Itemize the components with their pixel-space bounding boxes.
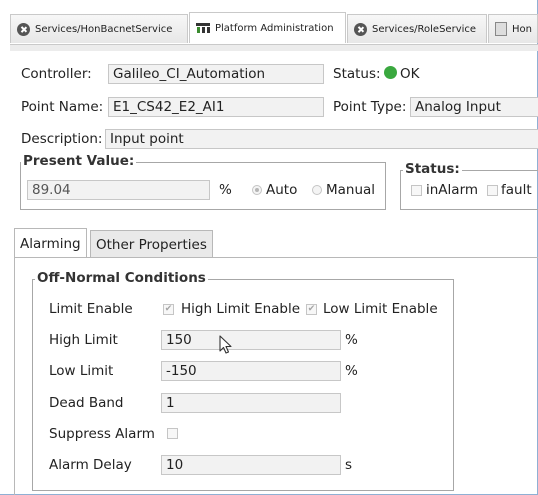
- tab-other-properties[interactable]: Other Properties: [90, 230, 213, 258]
- high-limit-enable-checkbox[interactable]: ✔: [163, 304, 174, 315]
- status-group-legend: Status:: [403, 161, 462, 177]
- tab-other-properties-label: Other Properties: [96, 236, 207, 253]
- present-value-unit: %: [219, 182, 232, 198]
- alarm-delay-field[interactable]: 10: [161, 455, 341, 475]
- tab-label: Services/HonBacnetService: [35, 23, 173, 35]
- point-name-field[interactable]: E1_CS42_E2_AI1: [108, 97, 324, 117]
- controller-label: Controller:: [21, 66, 92, 82]
- description-label: Description:: [21, 131, 103, 147]
- tab-label: Services/RoleService: [372, 23, 477, 35]
- alarm-delay-label: Alarm Delay: [49, 457, 132, 473]
- tab-hon-bacnet-service[interactable]: Services/HonBacnetService: [10, 14, 188, 43]
- description-field[interactable]: Input point: [105, 129, 538, 149]
- status-value: OK: [400, 66, 420, 82]
- manual-radio-label: Manual: [326, 182, 376, 198]
- dead-band-label: Dead Band: [49, 395, 124, 411]
- status-label: Status:: [333, 66, 381, 82]
- suppress-alarm-checkbox[interactable]: [167, 428, 178, 439]
- alarm-delay-unit: s: [345, 457, 353, 473]
- point-name-label: Point Name:: [21, 99, 104, 115]
- low-limit-enable-label: Low Limit Enable: [323, 301, 438, 317]
- tab-role-service[interactable]: Services/RoleService: [347, 14, 487, 43]
- limit-enable-label: Limit Enable: [49, 301, 133, 317]
- auto-radio-label: Auto: [266, 182, 298, 198]
- tab-alarming[interactable]: Alarming: [14, 228, 87, 258]
- present-value-field[interactable]: 89.04: [27, 180, 210, 200]
- auto-radio[interactable]: [252, 185, 262, 195]
- off-normal-conditions-legend: Off-Normal Conditions: [35, 270, 208, 286]
- point-type-label: Point Type:: [333, 99, 407, 115]
- fault-label: fault: [501, 182, 532, 198]
- document-icon: [495, 22, 507, 36]
- tab-label: Platform Administration: [215, 22, 334, 34]
- in-alarm-checkbox[interactable]: [411, 185, 422, 196]
- point-type-field[interactable]: Analog Input: [410, 97, 538, 117]
- dead-band-field[interactable]: 1: [161, 393, 341, 413]
- mouse-pointer-icon: [219, 335, 232, 354]
- in-alarm-label: inAlarm: [426, 182, 479, 198]
- manual-radio[interactable]: [312, 185, 322, 195]
- present-value-legend: Present Value:: [21, 153, 137, 169]
- high-limit-field[interactable]: 150: [161, 330, 341, 350]
- high-limit-enable-label: High Limit Enable: [181, 301, 301, 317]
- tab-hon[interactable]: Hon: [488, 14, 538, 43]
- tab-platform-administration[interactable]: Platform Administration: [189, 12, 346, 43]
- high-limit-label: High Limit: [49, 332, 118, 348]
- low-limit-unit: %: [345, 363, 358, 379]
- controller-field[interactable]: Galileo_CI_Automation: [108, 64, 324, 84]
- status-ok-indicator-icon: [384, 66, 397, 79]
- low-limit-enable-checkbox[interactable]: ✔: [306, 304, 317, 315]
- tab-bar-divider: [10, 44, 538, 51]
- close-icon[interactable]: [17, 22, 30, 36]
- fault-checkbox[interactable]: [487, 185, 498, 196]
- suppress-alarm-label: Suppress Alarm: [49, 426, 155, 442]
- tab-label: Hon: [512, 23, 532, 35]
- editor-tab-bar: Services/HonBacnetService Platform Admin…: [10, 10, 538, 44]
- platform-admin-icon: [196, 23, 210, 33]
- low-limit-field[interactable]: -150: [161, 361, 341, 381]
- low-limit-label: Low Limit: [49, 363, 114, 379]
- high-limit-unit: %: [345, 332, 358, 348]
- close-icon[interactable]: [354, 22, 367, 36]
- tab-alarming-label: Alarming: [20, 235, 81, 252]
